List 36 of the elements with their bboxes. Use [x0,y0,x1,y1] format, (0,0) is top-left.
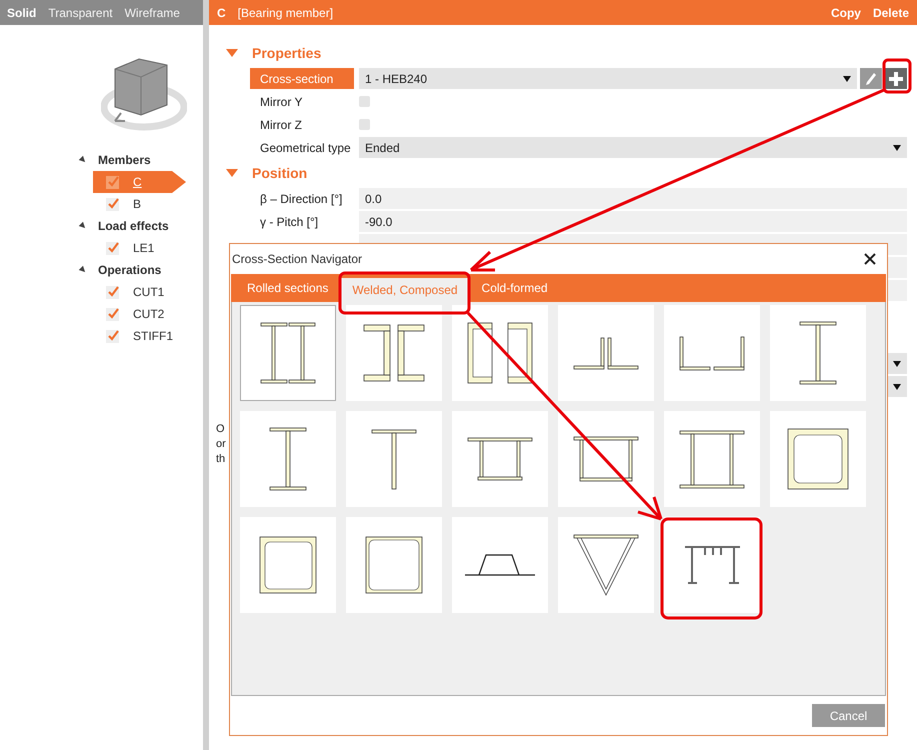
category-tab[interactable]: Rolled sections [235,274,340,302]
value-field[interactable]: 0.0 [359,188,907,209]
paragraph-fragment: th [216,452,226,467]
section-title: Properties [252,45,322,61]
member-name: C [217,6,226,20]
tree-group-label: Operations [98,263,162,277]
action-link[interactable]: Copy [830,6,861,20]
tree-item[interactable]: C [93,171,186,193]
property-label: Geometrical type [259,140,352,156]
category-tab[interactable]: Welded, Composed [340,278,470,302]
dialog-title: Cross-Section Navigator [232,252,362,266]
tree-item[interactable]: CUT1 [93,281,186,303]
paragraph-fragment: O [216,422,225,437]
tree-group-label: Load effects [98,219,169,233]
cancel-button[interactable]: Cancel [812,704,885,727]
cross-section-select[interactable]: 1 - HEB240 [359,68,857,89]
property-label: Mirror Y [259,94,304,110]
geometrical-type-select[interactable]: Ended [359,137,907,158]
property-label: γ - Pitch [°] [259,214,320,230]
value-field[interactable]: -90.0 [359,211,907,232]
property-label: Mirror Z [259,116,303,134]
action-link[interactable]: Delete [872,6,909,20]
view-mode-tab[interactable]: Solid [7,6,36,20]
property-label: β – Direction [°] [259,190,344,208]
paragraph-fragment: or [216,437,226,452]
section-title: Position [252,165,308,181]
tree-item[interactable]: B [93,193,186,215]
property-label: Cross-section [250,68,354,89]
tree-item[interactable]: LE1 [93,237,186,259]
view-mode-tab[interactable]: Wireframe [124,6,180,20]
view-mode-tab[interactable]: Transparent [48,6,113,20]
tree-item[interactable]: CUT2 [93,303,186,325]
category-tab[interactable]: Cold-formed [470,274,560,302]
tree-group-label: Members [98,153,151,167]
member-type: [Bearing member] [238,6,334,20]
tree-item[interactable]: STIFF1 [93,325,186,347]
